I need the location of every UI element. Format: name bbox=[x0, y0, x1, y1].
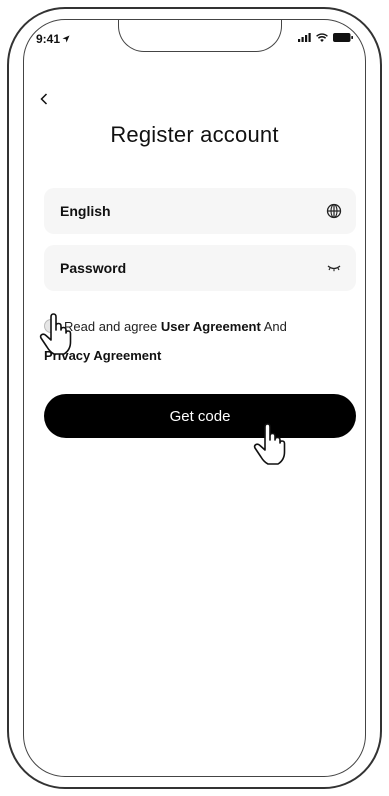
status-bar-right bbox=[298, 33, 353, 42]
password-visibility-toggle[interactable] bbox=[326, 263, 342, 273]
location-arrow-icon bbox=[62, 35, 70, 43]
signal-icon bbox=[298, 33, 311, 42]
language-input[interactable] bbox=[60, 203, 326, 219]
language-selector[interactable] bbox=[326, 203, 342, 219]
privacy-agreement-link[interactable]: Privacy Agreement bbox=[44, 348, 161, 363]
password-field[interactable] bbox=[44, 245, 356, 291]
agreement-prefix: Read and agree bbox=[64, 319, 158, 334]
status-bar-left: 9:41 bbox=[36, 32, 70, 46]
password-input[interactable] bbox=[60, 260, 326, 276]
page-title: Register account bbox=[110, 122, 279, 147]
back-button[interactable] bbox=[40, 90, 48, 108]
eye-closed-icon bbox=[327, 265, 341, 272]
agreement-row: Read and agree User Agreement And Privac… bbox=[44, 312, 344, 370]
status-time: 9:41 bbox=[36, 32, 61, 46]
phone-notch bbox=[118, 20, 282, 52]
wifi-icon bbox=[316, 33, 328, 42]
get-code-button[interactable]: Get code bbox=[44, 394, 356, 438]
chevron-left-icon bbox=[40, 93, 48, 105]
agreement-conjunction: And bbox=[263, 319, 287, 334]
globe-icon bbox=[326, 203, 342, 219]
user-agreement-link[interactable]: User Agreement bbox=[161, 319, 261, 334]
agreement-checkbox[interactable] bbox=[44, 319, 58, 333]
phone-screen: 9:41 Register account English Password R… bbox=[23, 19, 366, 777]
language-field[interactable] bbox=[44, 188, 356, 234]
battery-icon bbox=[333, 33, 353, 42]
